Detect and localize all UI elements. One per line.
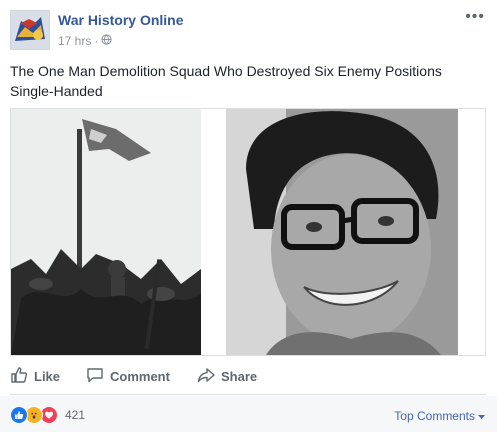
like-reaction-icon <box>10 406 28 424</box>
thumbs-up-icon <box>10 366 28 387</box>
top-comments-dropdown[interactable]: Top Comments <box>394 409 485 423</box>
post-meta: 17 hrs · <box>58 34 112 48</box>
reaction-count: 421 <box>65 408 86 422</box>
page-name-link[interactable]: War History Online <box>58 12 184 28</box>
globe-icon <box>101 34 112 48</box>
post-time[interactable]: 17 hrs <box>58 34 91 48</box>
like-button[interactable]: Like <box>10 366 60 387</box>
soldier-flag-image[interactable] <box>11 109 201 355</box>
caret-down-icon <box>478 409 485 423</box>
reactions-footer: 421 Top Comments <box>0 396 497 432</box>
share-icon <box>197 366 215 387</box>
more-options-icon[interactable]: ••• <box>465 8 485 26</box>
divider <box>10 394 486 395</box>
share-button[interactable]: Share <box>197 366 257 387</box>
post-header: War History Online 17 hrs · ••• <box>0 0 497 60</box>
reactions-summary[interactable]: 421 <box>10 406 85 424</box>
action-bar: Like Comment Share <box>0 362 497 392</box>
comment-button[interactable]: Comment <box>86 366 170 387</box>
post-text: The One Man Demolition Squad Who Destroy… <box>10 63 442 99</box>
post-media[interactable] <box>10 108 486 356</box>
comment-icon <box>86 366 104 387</box>
like-label: Like <box>34 369 61 384</box>
share-label: Share <box>221 369 258 384</box>
meta-separator: · <box>94 34 99 48</box>
smiling-man-glasses-image[interactable] <box>226 109 458 355</box>
top-comments-label: Top Comments <box>394 409 475 423</box>
page-avatar[interactable] <box>10 10 50 50</box>
war-history-logo-icon <box>11 11 49 49</box>
comment-label: Comment <box>110 369 170 384</box>
